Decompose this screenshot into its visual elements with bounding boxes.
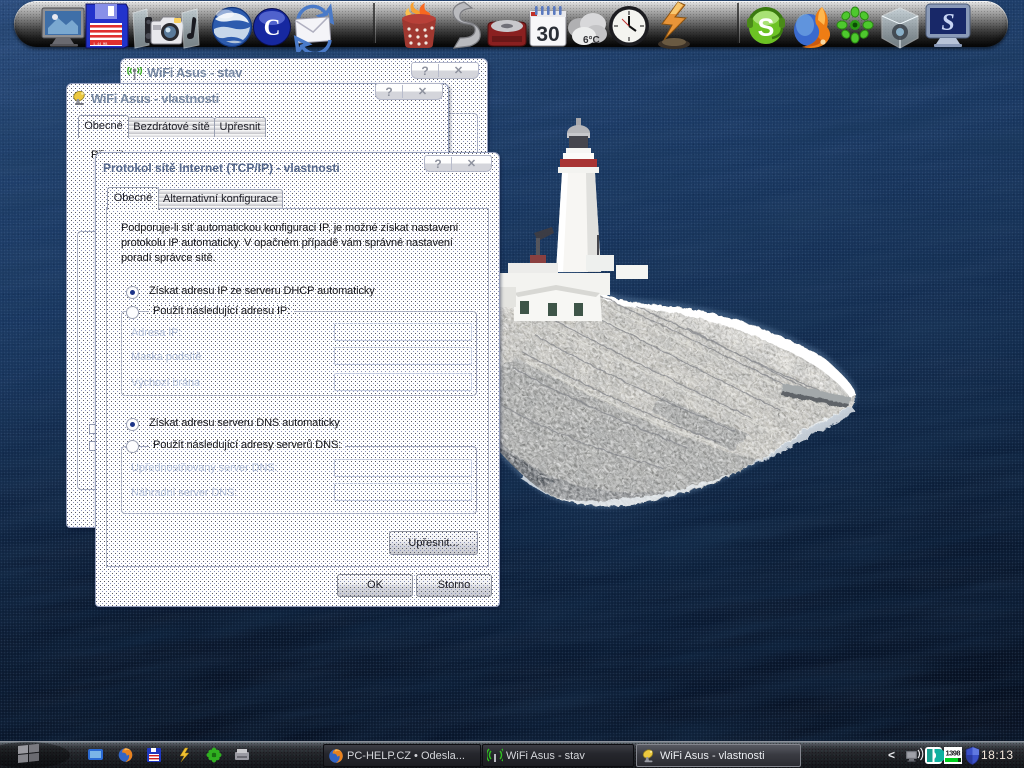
- svg-text:1398: 1398: [946, 749, 961, 758]
- svg-text:C: C: [264, 15, 281, 40]
- svg-text:S: S: [758, 14, 775, 42]
- svg-text:30: 30: [536, 23, 559, 46]
- svg-text:6°C: 6°C: [583, 35, 600, 46]
- svg-text:1.44 MB: 1.44 MB: [93, 43, 107, 47]
- svg-text:S: S: [941, 10, 954, 36]
